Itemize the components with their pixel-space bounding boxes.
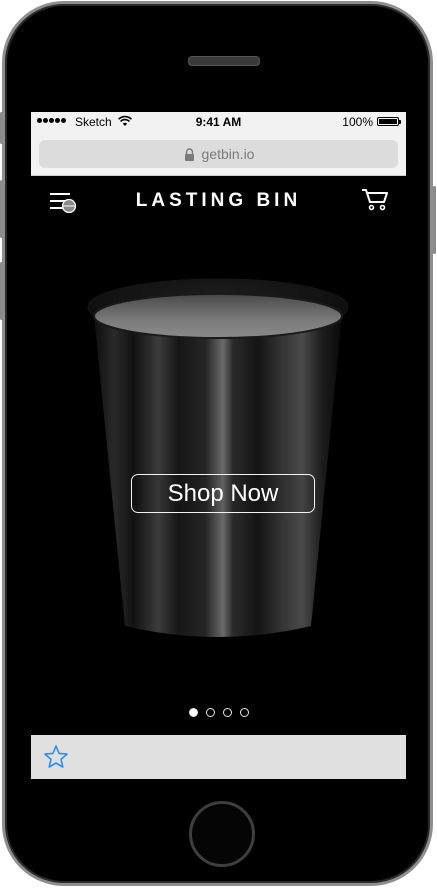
carousel-dot-3[interactable]	[222, 708, 232, 717]
shop-now-button[interactable]: Shop Now	[131, 474, 315, 513]
brand-logo[interactable]: LASTING BIN	[31, 190, 406, 212]
star-icon[interactable]	[43, 744, 69, 770]
home-button[interactable]	[189, 801, 255, 867]
browser-bottom-toolbar	[31, 735, 406, 779]
status-bar: Sketch 9:41 AM 100%	[31, 112, 406, 132]
screen: Sketch 9:41 AM 100% getbin.io LASTING BI…	[31, 112, 406, 779]
volume-up-button	[0, 180, 3, 238]
mute-switch	[0, 112, 3, 144]
speaker-grille	[188, 56, 260, 66]
power-button	[433, 186, 436, 254]
address-bar[interactable]: getbin.io	[39, 140, 398, 168]
hero-carousel[interactable]: Shop Now	[31, 224, 406, 735]
battery-percentage: 100%	[342, 115, 373, 129]
carousel-dot-1[interactable]	[188, 708, 198, 717]
site-header: LASTING BIN	[31, 176, 406, 224]
volume-down-button	[0, 262, 3, 320]
cart-icon[interactable]	[361, 188, 389, 212]
lock-icon	[184, 147, 194, 161]
battery-icon	[377, 117, 401, 126]
carousel-dot-2[interactable]	[205, 708, 215, 717]
browser-address-area: getbin.io	[31, 132, 406, 176]
carousel-dot-4[interactable]	[239, 708, 249, 717]
product-cup-image	[87, 278, 349, 637]
url-text: getbin.io	[201, 146, 255, 162]
carousel-pagination	[31, 708, 406, 717]
